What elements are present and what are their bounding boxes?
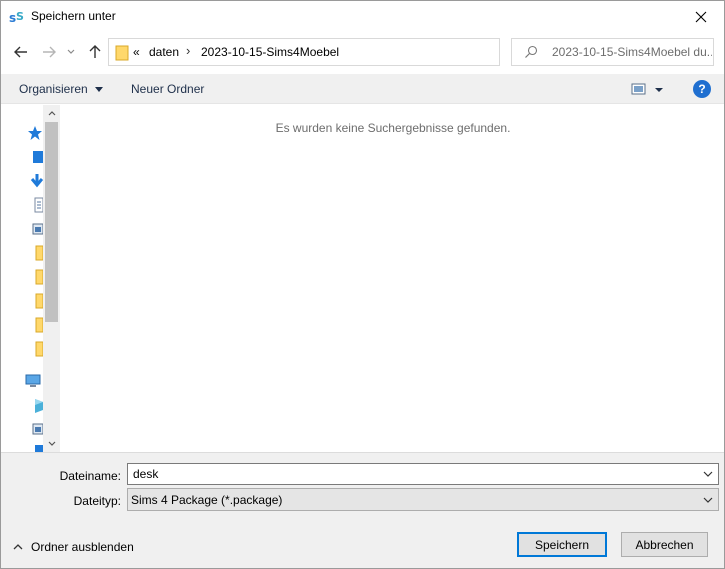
- chevron-down-icon: [703, 471, 713, 477]
- hide-folders-toggle[interactable]: Ordner ausblenden: [13, 540, 134, 554]
- svg-text:S: S: [16, 10, 24, 23]
- organize-menu[interactable]: Organisieren: [19, 82, 104, 96]
- no-results-message: Es wurden keine Suchergebnisse gefunden.: [275, 121, 511, 135]
- 3d-objects-icon[interactable]: [27, 397, 43, 413]
- folder-icon: [115, 45, 129, 61]
- up-button[interactable]: [85, 42, 105, 62]
- this-pc-icon[interactable]: [25, 373, 41, 389]
- chevron-down-icon: [48, 441, 55, 446]
- navigation-pane-icons: [1, 105, 43, 452]
- filetype-dropdown-button[interactable]: [700, 492, 716, 508]
- close-icon: [695, 11, 707, 22]
- caret-down-icon: [95, 87, 104, 93]
- quick-access-star-icon[interactable]: [27, 125, 43, 141]
- arrow-left-icon: [14, 46, 27, 58]
- filename-field[interactable]: desk: [127, 463, 719, 485]
- folder-icon[interactable]: [27, 245, 43, 261]
- folder-icon[interactable]: [27, 269, 43, 285]
- navigation-bar: « daten › 2023-10-15-Sims4Moebel 2023-10…: [1, 32, 724, 72]
- navigation-pane: [1, 105, 61, 452]
- hide-folders-label: Ordner ausblenden: [31, 540, 134, 554]
- save-as-dialog: s S Speichern unter « daten › 2023-10-15…: [0, 0, 725, 569]
- folder-icon[interactable]: [27, 293, 43, 309]
- pictures-icon[interactable]: [27, 221, 43, 237]
- change-view-button[interactable]: [631, 82, 667, 98]
- breadcrumb-item-current[interactable]: 2023-10-15-Sims4Moebel: [201, 45, 339, 59]
- close-button[interactable]: [678, 1, 724, 32]
- filename-dropdown-button[interactable]: [700, 466, 716, 482]
- filetype-select[interactable]: Sims 4 Package (*.package): [127, 488, 719, 511]
- save-form-area: Dateiname: desk Dateityp: Sims 4 Package…: [1, 452, 724, 568]
- title-bar: s S Speichern unter: [1, 1, 724, 32]
- arrow-right-icon: [43, 46, 56, 58]
- chevron-down-icon: [703, 497, 713, 503]
- save-button[interactable]: Speichern: [517, 532, 607, 557]
- chevron-up-icon: [13, 544, 23, 550]
- new-folder-button[interactable]: Neuer Ordner: [131, 82, 204, 96]
- recent-locations-button[interactable]: [64, 42, 78, 62]
- app-icon: s S: [9, 10, 24, 25]
- address-bar[interactable]: « daten › 2023-10-15-Sims4Moebel: [108, 38, 593, 66]
- scroll-up-button[interactable]: [43, 105, 60, 122]
- navigation-pane-scrollbar[interactable]: [43, 105, 60, 452]
- filename-value[interactable]: desk: [133, 467, 158, 481]
- scroll-down-button[interactable]: [43, 435, 60, 452]
- filetype-value: Sims 4 Package (*.package): [131, 493, 283, 507]
- filetype-label: Dateityp:: [73, 494, 121, 508]
- help-button[interactable]: ?: [693, 80, 711, 98]
- search-box[interactable]: 2023-10-15-Sims4Moebel du...: [511, 38, 714, 66]
- scrollbar-thumb[interactable]: [45, 122, 58, 322]
- view-options-icon: [631, 83, 663, 95]
- command-bar: Organisieren Neuer Ordner ?: [1, 74, 724, 104]
- folder-icon[interactable]: [27, 317, 43, 333]
- chevron-down-icon: [67, 49, 75, 54]
- arrow-up-icon: [89, 45, 101, 58]
- cancel-button[interactable]: Abbrechen: [621, 532, 708, 557]
- organize-label: Organisieren: [19, 82, 88, 96]
- desktop-icon[interactable]: [27, 149, 43, 165]
- search-icon: [525, 45, 538, 58]
- breadcrumb-overflow[interactable]: «: [133, 45, 140, 59]
- breadcrumb-separator[interactable]: ›: [186, 43, 190, 58]
- filename-label: Dateiname:: [59, 469, 121, 483]
- chevron-up-icon: [48, 111, 55, 116]
- window-title: Speichern unter: [31, 9, 116, 23]
- file-list-area[interactable]: Es wurden keine Suchergebnisse gefunden.: [62, 105, 724, 452]
- pictures-icon[interactable]: [27, 421, 43, 437]
- search-placeholder: 2023-10-15-Sims4Moebel du...: [552, 45, 712, 59]
- documents-icon[interactable]: [27, 197, 43, 213]
- folder-icon[interactable]: [27, 341, 43, 357]
- back-button[interactable]: [11, 42, 31, 62]
- forward-button[interactable]: [39, 42, 59, 62]
- breadcrumb-item-daten[interactable]: daten: [149, 45, 179, 59]
- downloads-icon[interactable]: [27, 173, 43, 189]
